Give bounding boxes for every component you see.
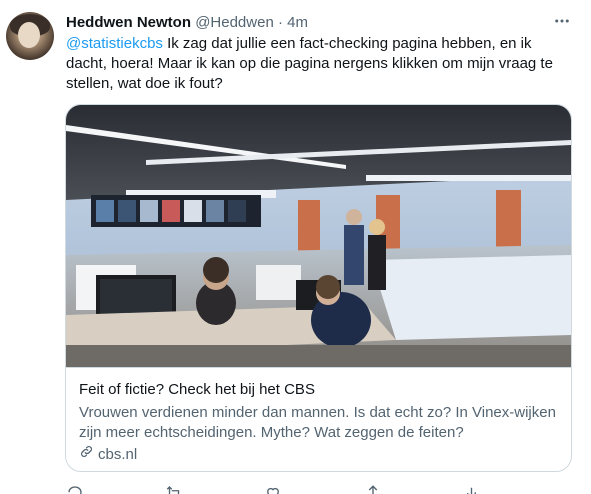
link-card[interactable]: Feit of fictie? Check het bij het CBS Vr… — [65, 104, 572, 472]
tweet-header: Heddwen Newton @Heddwen · 4m — [66, 13, 308, 33]
link-icon — [79, 444, 94, 465]
analytics-icon[interactable] — [464, 484, 482, 494]
timestamp[interactable]: 4m — [287, 14, 308, 31]
card-body[interactable]: Feit of fictie? Check het bij het CBS Vr… — [79, 380, 559, 465]
share-icon[interactable] — [364, 484, 382, 494]
more-icon[interactable] — [551, 10, 573, 32]
avatar-face — [18, 22, 40, 48]
separator: · — [277, 14, 283, 31]
retweet-icon[interactable] — [165, 484, 183, 494]
card-domain-text: cbs.nl — [98, 445, 138, 463]
author-name[interactable]: Heddwen Newton — [66, 14, 191, 31]
tweet-text: @statistiekcbs Ik zag dat jullie een fac… — [66, 34, 566, 94]
tweet[interactable]: Heddwen Newton @Heddwen · 4m @statistiek… — [0, 0, 591, 494]
reply-icon[interactable] — [66, 484, 84, 494]
card-domain[interactable]: cbs.nl — [79, 444, 559, 465]
card-image[interactable] — [66, 105, 571, 368]
mention-link[interactable]: @statistiekcbs — [66, 35, 163, 52]
avatar[interactable] — [6, 12, 54, 60]
card-title[interactable]: Feit of fictie? Check het bij het CBS — [79, 380, 559, 400]
action-bar — [66, 484, 566, 494]
card-description: Vrouwen verdienen minder dan mannen. Is … — [79, 404, 556, 441]
author-handle[interactable]: @Heddwen — [195, 14, 274, 31]
like-icon[interactable] — [264, 484, 282, 494]
